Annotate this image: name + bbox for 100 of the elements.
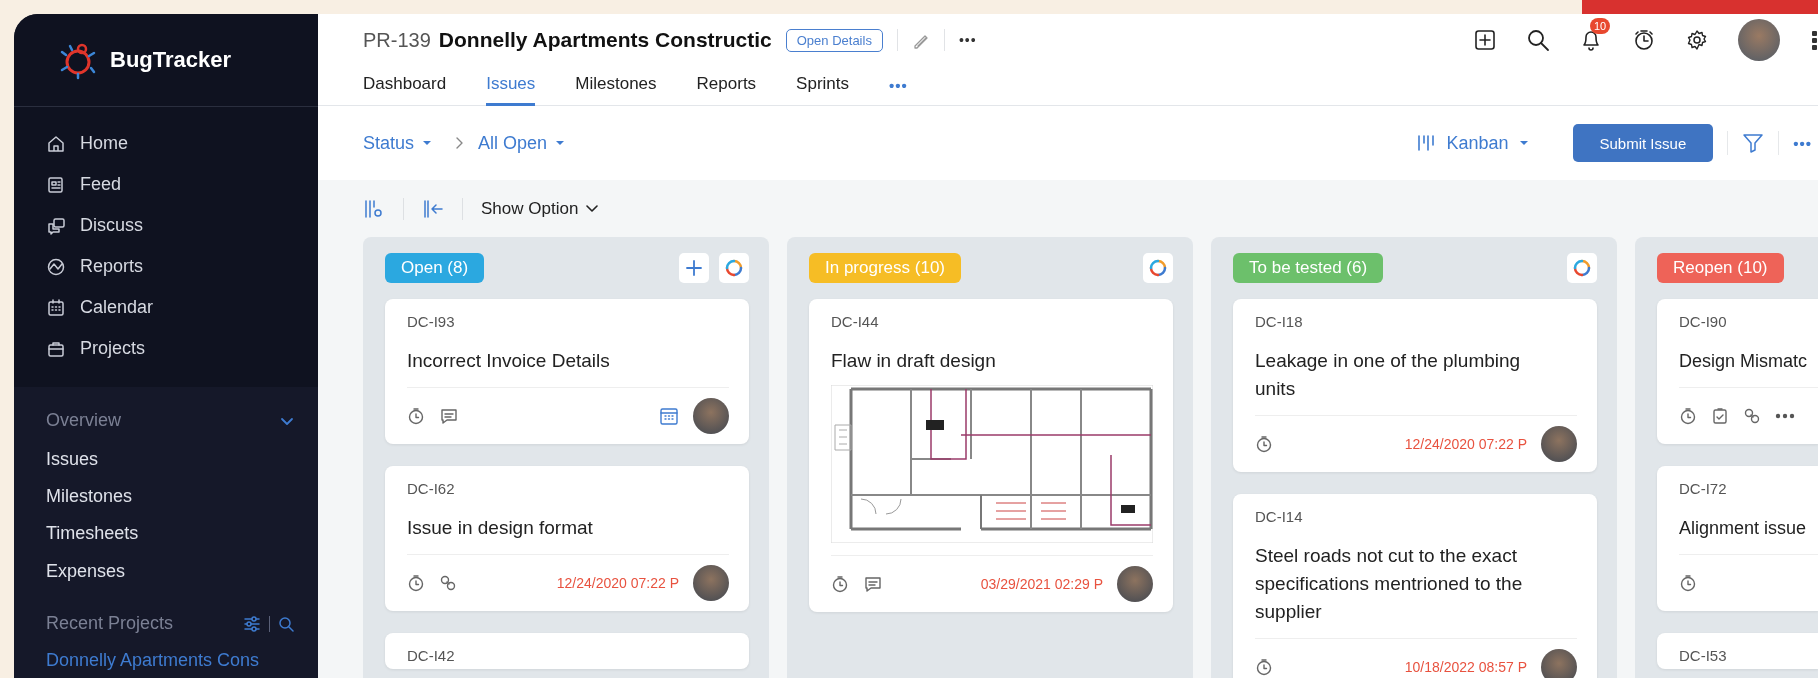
filter-dropdown[interactable]: All Open bbox=[478, 132, 566, 154]
chat-bubbles-icon bbox=[46, 215, 66, 236]
issue-id: DC-I62 bbox=[407, 480, 456, 499]
nav-item[interactable]: Feed bbox=[14, 164, 318, 205]
due-date: 03/29/2021 02:29 P bbox=[980, 576, 1103, 592]
notification-badge: 10 bbox=[1590, 18, 1611, 34]
issue-card[interactable]: DC-I93 Incorrect Invoice Details bbox=[385, 299, 749, 444]
chart-circle-icon bbox=[46, 256, 66, 277]
nav-item[interactable]: Discuss bbox=[14, 205, 318, 246]
submit-issue-button[interactable]: Submit Issue bbox=[1572, 124, 1714, 162]
nav-item[interactable]: Timesheets bbox=[14, 515, 318, 553]
search-icon[interactable] bbox=[1526, 28, 1550, 52]
issue-id: DC-I53 bbox=[1679, 647, 1728, 666]
nav-item[interactable]: Projects bbox=[14, 328, 318, 369]
view-dropdown[interactable]: Kanban bbox=[1416, 132, 1529, 154]
nav-tab[interactable]: Sprints bbox=[796, 74, 850, 106]
newspaper-icon bbox=[46, 174, 66, 195]
caret-icon bbox=[422, 140, 433, 146]
issue-title[interactable]: Incorrect Invoice Details bbox=[407, 347, 715, 375]
nav-item[interactable]: Milestones bbox=[14, 478, 318, 516]
nav-item[interactable]: Reports bbox=[14, 246, 318, 287]
issue-id: DC-I93 bbox=[407, 313, 456, 332]
section-title: Recent Projects bbox=[46, 613, 174, 635]
issue-title[interactable]: Flaw in draft design bbox=[831, 347, 1139, 375]
due-date: 10/18/2022 08:57 P bbox=[1404, 659, 1527, 675]
sliders-icon[interactable] bbox=[243, 614, 261, 633]
ring-icon bbox=[1149, 259, 1167, 277]
due-date: 12/24/2020 07:22 P bbox=[1404, 436, 1527, 452]
settings-icon[interactable] bbox=[1686, 29, 1708, 51]
issue-card[interactable]: DC-I72 Alignment issue bbox=[1657, 466, 1818, 611]
project-id: PR-139 bbox=[363, 28, 431, 52]
link-icon[interactable] bbox=[1743, 407, 1761, 425]
project-link[interactable]: Donnelly Apartments Cons bbox=[14, 643, 318, 678]
issue-id: DC-I44 bbox=[831, 313, 880, 332]
more-button[interactable]: ••• bbox=[958, 32, 977, 48]
link-icon[interactable] bbox=[439, 574, 457, 592]
assignee-avatar[interactable] bbox=[693, 565, 729, 601]
status-label: To be tested (6) bbox=[1233, 253, 1384, 283]
nav-item[interactable]: Calendar bbox=[14, 287, 318, 328]
issue-card[interactable]: DC-I42 bbox=[385, 633, 749, 669]
assignee-avatar[interactable] bbox=[1541, 649, 1577, 678]
nav-tab[interactable]: Reports bbox=[696, 74, 757, 106]
nav-tab[interactable]: Milestones bbox=[575, 74, 657, 106]
app-name: BugTracker bbox=[110, 47, 232, 73]
issue-id: DC-I72 bbox=[1679, 480, 1728, 499]
stopwatch-icon[interactable] bbox=[1632, 28, 1656, 52]
add-icon[interactable] bbox=[1474, 29, 1496, 51]
status-label: In progress (10) bbox=[809, 253, 961, 283]
ring-icon bbox=[725, 259, 743, 277]
calendar-icon[interactable] bbox=[659, 406, 679, 426]
issue-title[interactable]: Leakage in one of the plumbing units bbox=[1255, 347, 1563, 403]
issue-title[interactable]: Design Mismatc bbox=[1679, 347, 1818, 375]
user-avatar[interactable] bbox=[1738, 19, 1780, 61]
progress-button[interactable] bbox=[1567, 253, 1597, 283]
more-tabs-button[interactable]: ••• bbox=[889, 77, 908, 106]
issue-id: DC-I14 bbox=[1255, 508, 1304, 527]
issue-card[interactable]: DC-I44 Flaw in draft design 03/29/2021 02:29 P bbox=[809, 299, 1173, 612]
show-option-dropdown[interactable]: Show Option bbox=[481, 198, 599, 219]
filter-icon[interactable] bbox=[1742, 132, 1765, 154]
issue-title[interactable]: Alignment issue bbox=[1679, 514, 1818, 542]
assignee-avatar[interactable] bbox=[1117, 566, 1153, 602]
issue-id: DC-I42 bbox=[407, 647, 456, 666]
open-details-button[interactable]: Open Details bbox=[785, 28, 883, 52]
due-date: 12/24/2020 07:22 P bbox=[556, 575, 679, 591]
assignee-avatar[interactable] bbox=[1541, 426, 1577, 462]
issue-card[interactable]: DC-I53 bbox=[1657, 633, 1818, 669]
column-settings-icon[interactable] bbox=[363, 197, 385, 220]
comment-icon[interactable] bbox=[863, 575, 883, 593]
status-label: Reopen (10) bbox=[1657, 253, 1784, 283]
issue-id: DC-I90 bbox=[1679, 313, 1728, 332]
assignee-avatar[interactable] bbox=[693, 398, 729, 434]
more-button[interactable]: ••• bbox=[1793, 134, 1812, 152]
progress-button[interactable] bbox=[1143, 253, 1173, 283]
issue-card[interactable]: DC-I18 Leakage in one of the plumbing units 12/24/2020 07:22 P bbox=[1233, 299, 1597, 472]
more-icon[interactable] bbox=[1775, 413, 1795, 419]
issue-title[interactable]: Steel roads not cut to the exact specifications mentrioned to the supplier bbox=[1255, 542, 1563, 626]
issue-card[interactable]: DC-I90 Design Mismatc bbox=[1657, 299, 1818, 444]
progress-button[interactable] bbox=[719, 253, 749, 283]
issue-title[interactable]: Issue in design format bbox=[407, 514, 715, 542]
nav-tab[interactable]: Dashboard bbox=[363, 74, 447, 106]
kanban-icon bbox=[1416, 133, 1437, 153]
add-button[interactable] bbox=[679, 253, 709, 283]
bell-icon[interactable] bbox=[1580, 28, 1602, 52]
ring-icon bbox=[1573, 259, 1591, 277]
nav-item[interactable]: Expenses bbox=[14, 552, 318, 590]
comment-icon[interactable] bbox=[439, 407, 459, 425]
nav-tab[interactable]: Issues bbox=[486, 74, 536, 106]
caret-icon bbox=[1518, 140, 1529, 146]
nav-item[interactable]: Home bbox=[14, 123, 318, 164]
plus-icon bbox=[685, 259, 703, 277]
issue-card[interactable]: DC-I14 Steel roads not cut to the exact specifications mentrioned to the supplier 10/18/2022 08:57 P bbox=[1233, 494, 1597, 678]
clipboard-check-icon[interactable] bbox=[1711, 407, 1729, 425]
project-title: Donnelly Apartments Constructic bbox=[438, 28, 772, 52]
chevron-down-icon bbox=[586, 204, 599, 213]
status-label: Open (8) bbox=[385, 253, 485, 283]
home-icon bbox=[46, 133, 66, 154]
collapse-icon[interactable] bbox=[422, 197, 444, 220]
issue-card[interactable]: DC-I62 Issue in design format 12/24/2020 07:22 P bbox=[385, 466, 749, 611]
nav-item[interactable]: Issues bbox=[14, 440, 318, 479]
filter-dropdown[interactable]: Status bbox=[363, 132, 433, 154]
